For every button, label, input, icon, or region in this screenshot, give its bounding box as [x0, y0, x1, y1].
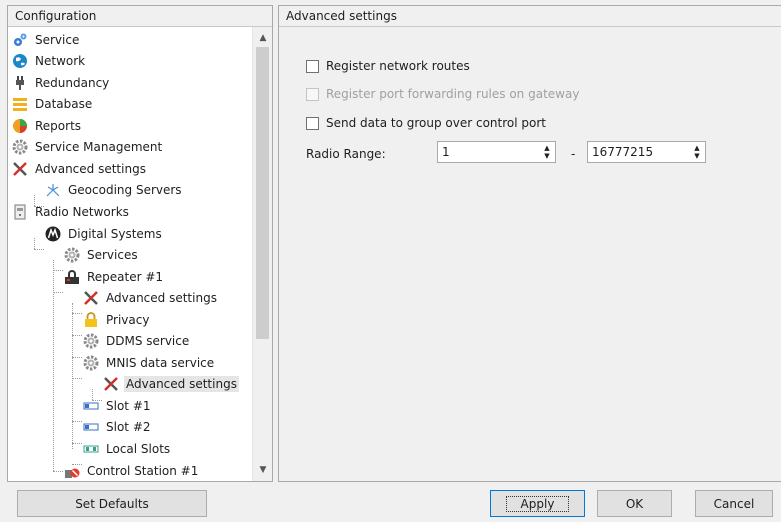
tree-item-repeater-1[interactable]: Repeater #1	[64, 266, 165, 287]
cancel-button[interactable]: Cancel	[695, 490, 773, 517]
geocoding-icon	[46, 183, 60, 196]
tree-item-label: Slot #2	[106, 419, 151, 434]
tree-item-label: Redundancy	[35, 75, 110, 90]
tree-item-label: Database	[35, 96, 93, 111]
ok-button[interactable]: OK	[597, 490, 672, 517]
tree-item-label: Privacy	[106, 312, 150, 327]
tree-item-database[interactable]: Database	[12, 93, 94, 114]
tree-item-slot-2[interactable]: Slot #2	[83, 416, 153, 437]
configuration-tree[interactable]: Service Network Redundancy Database Repo…	[8, 27, 253, 481]
tree-item-label: Radio Networks	[35, 204, 129, 219]
gear-icon	[64, 247, 80, 262]
tree-item-local-slots[interactable]: Local Slots	[83, 438, 172, 459]
register-network-routes-label: Register network routes	[326, 59, 470, 73]
gear-icon	[12, 139, 28, 154]
radio-range-from-input[interactable]: 1 ▲ ▼	[437, 141, 556, 163]
tree-item-radio-networks[interactable]: Radio Networks	[12, 201, 131, 222]
tree-item-services[interactable]: Services	[64, 244, 140, 265]
scroll-down-icon[interactable]: ▼	[253, 461, 273, 479]
repeater-icon	[65, 269, 79, 284]
control-station-icon	[65, 468, 80, 478]
apply-button[interactable]: Apply	[490, 490, 585, 517]
register-port-forwarding-checkbox	[306, 87, 319, 101]
tree-item-control-station-1[interactable]: Control Station #1	[64, 460, 200, 481]
scroll-up-icon[interactable]: ▲	[253, 29, 273, 47]
radio-range-to-value: 16777215	[592, 145, 654, 159]
local-slots-icon	[83, 445, 99, 452]
tree-item-label: Digital Systems	[68, 226, 162, 241]
tree-item-label: Control Station #1	[87, 463, 199, 478]
slot-icon	[83, 423, 99, 430]
register-network-routes-checkbox[interactable]	[306, 59, 319, 73]
register-port-forwarding-label: Register port forwarding rules on gatewa…	[326, 87, 580, 101]
advanced-settings-header: Advanced settings	[279, 6, 781, 27]
spin-arrows-icon[interactable]: ▲ ▼	[691, 143, 703, 161]
ok-label: OK	[625, 496, 644, 511]
tree-item-label: Advanced settings	[124, 375, 239, 392]
tree-item-network[interactable]: Network	[12, 50, 87, 71]
advanced-settings-panel: Advanced settings Register network route…	[278, 5, 781, 482]
tree-item-label: Reports	[35, 118, 82, 133]
tools-icon	[84, 290, 98, 305]
scroll-thumb[interactable]	[256, 47, 269, 339]
tree-item-label: Service Management	[35, 139, 163, 154]
slot-icon	[83, 402, 99, 409]
reports-icon	[13, 118, 27, 133]
tree-item-ddms-service[interactable]: DDMS service	[83, 330, 191, 351]
register-network-routes-option[interactable]: Register network routes	[306, 59, 470, 73]
tree-item-advanced-settings[interactable]: Advanced settings	[12, 158, 148, 179]
cancel-label: Cancel	[713, 496, 755, 511]
tree-item-label: Service	[35, 32, 80, 47]
tree-item-label: Network	[35, 53, 86, 68]
tree-item-service[interactable]: Service	[12, 29, 81, 50]
tree-item-label: Advanced settings	[106, 290, 217, 305]
send-data-group-option[interactable]: Send data to group over control port	[306, 116, 546, 130]
gear-icon	[83, 333, 99, 348]
tree-item-slot-1[interactable]: Slot #1	[83, 395, 153, 416]
plug-icon	[16, 75, 24, 90]
tools-icon	[104, 376, 118, 391]
database-icon	[13, 97, 27, 111]
set-defaults-button[interactable]: Set Defaults	[17, 490, 207, 517]
tree-item-label: Local Slots	[106, 441, 171, 456]
tree-item-digital-systems[interactable]: Digital Systems	[45, 223, 164, 244]
tree-item-label: Repeater #1	[87, 269, 164, 284]
tree-item-geocoding-servers[interactable]: Geocoding Servers	[45, 179, 184, 200]
tree-item-label: Slot #1	[106, 398, 151, 413]
radio-icon	[14, 204, 26, 219]
tree-item-label: MNIS data service	[106, 355, 215, 370]
range-separator: -	[571, 147, 576, 161]
tree-item-label: Geocoding Servers	[68, 182, 182, 197]
configuration-header: Configuration	[8, 6, 272, 27]
radio-range-to-input[interactable]: 16777215 ▲ ▼	[587, 141, 706, 163]
register-port-forwarding-option: Register port forwarding rules on gatewa…	[306, 87, 579, 101]
motorola-logo-icon	[45, 226, 61, 241]
tree-item-service-management[interactable]: Service Management	[12, 136, 164, 157]
tools-icon	[13, 161, 27, 176]
configuration-panel: Configuration Service Network Redundancy…	[7, 5, 273, 482]
tree-scrollbar[interactable]: ▲ ▼	[252, 27, 272, 481]
radio-range-from-value: 1	[442, 145, 450, 159]
tree-item-mnis-advanced-settings[interactable]: Advanced settings	[103, 373, 239, 394]
spin-arrows-icon[interactable]: ▲ ▼	[541, 143, 553, 161]
tree-item-repeater-advanced-settings[interactable]: Advanced settings	[83, 287, 219, 308]
tree-item-reports[interactable]: Reports	[12, 115, 83, 136]
send-data-group-label: Send data to group over control port	[326, 116, 546, 130]
apply-label: Apply	[505, 495, 570, 512]
set-defaults-label: Set Defaults	[75, 496, 149, 511]
gears-icon	[14, 33, 27, 46]
radio-range-label: Radio Range:	[306, 147, 386, 161]
send-data-group-checkbox[interactable]	[306, 116, 319, 130]
globe-icon	[13, 53, 27, 68]
gear-icon	[83, 355, 99, 370]
tree-item-privacy[interactable]: Privacy	[83, 309, 151, 330]
tree-item-label: DDMS service	[106, 333, 190, 348]
lock-icon	[85, 311, 97, 327]
tree-item-mnis-data-service[interactable]: MNIS data service	[83, 352, 216, 373]
tree-item-label: Advanced settings	[35, 161, 146, 176]
tree-item-label: Services	[87, 247, 138, 262]
tree-item-redundancy[interactable]: Redundancy	[12, 72, 111, 93]
